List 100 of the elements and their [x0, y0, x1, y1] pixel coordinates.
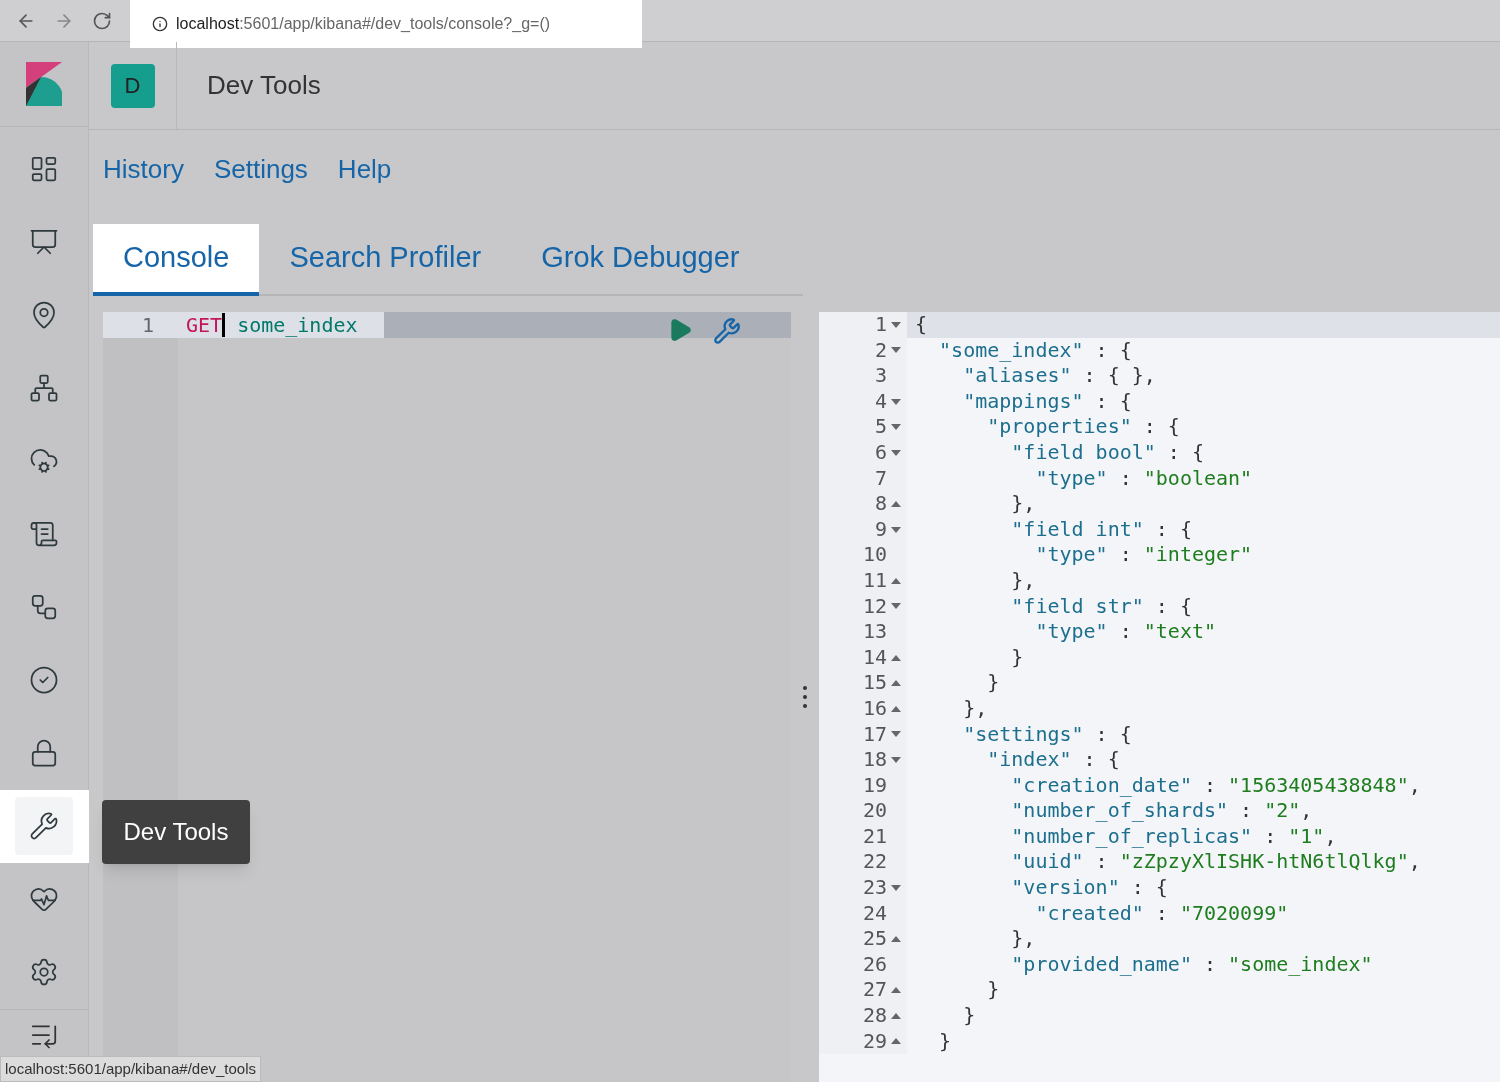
settings-icon — [29, 957, 59, 988]
line-number: 1 — [141, 312, 154, 339]
code-line: "some_index" : { — [938, 337, 1132, 364]
code-line: } — [962, 1003, 976, 1029]
line-number: 7 — [874, 465, 887, 492]
fold-arrow-icon[interactable] — [891, 987, 901, 994]
fold-arrow-icon[interactable] — [891, 1038, 901, 1045]
tab[interactable]: Grok Debugger — [511, 224, 770, 296]
line-number: 19 — [862, 772, 887, 799]
code-line: }, — [1010, 491, 1036, 517]
wrench-icon[interactable] — [713, 317, 741, 345]
code-line: { — [914, 312, 928, 338]
code-line: "field str" : { — [1010, 593, 1192, 620]
line-number: 4 — [874, 388, 887, 415]
line-number: 15 — [862, 670, 887, 696]
line-number: 5 — [874, 414, 887, 440]
code-line: "aliases" : { }, — [962, 363, 1156, 389]
info-icon — [152, 16, 168, 32]
request-path: some_index — [237, 312, 358, 339]
fold-arrow-icon[interactable] — [891, 603, 901, 610]
line-number: 3 — [874, 363, 887, 389]
line-number: 10 — [862, 542, 887, 568]
code-line: "mappings" : { — [962, 388, 1132, 415]
code-line: } — [1010, 644, 1024, 671]
code-line: "uuid" : "zZpzyXlISHK-htN6tlQlkg", — [1010, 849, 1421, 876]
code-line: "number_of_shards" : "2", — [1010, 798, 1313, 824]
tooltip: Dev Tools — [101, 799, 251, 864]
code-line: "type" : "text" — [1034, 619, 1217, 645]
nav-item[interactable] — [15, 797, 73, 856]
line-number: 17 — [862, 721, 887, 748]
line-number: 25 — [862, 926, 887, 952]
code-line: "field bool" : { — [1010, 439, 1204, 466]
line-number: 22 — [862, 849, 887, 876]
line-number: 23 — [862, 875, 887, 901]
line-number: 28 — [862, 1003, 887, 1029]
url-path: :5601/app/kibana#/dev_tools/console?_g=() — [239, 14, 551, 34]
address-bar[interactable]: localhost:5601/app/kibana#/dev_tools/console?_g=() — [130, 0, 642, 48]
tab[interactable]: Search Profiler — [259, 224, 512, 296]
code-line: "field int" : { — [1010, 516, 1192, 543]
network-icon — [29, 373, 59, 404]
line-number: 26 — [862, 951, 887, 978]
lock-icon — [29, 738, 59, 769]
line-number: 20 — [862, 798, 887, 824]
code-line: } — [938, 1028, 952, 1055]
space-avatar[interactable]: D — [110, 63, 155, 108]
line-number: 16 — [862, 695, 887, 722]
url-host: localhost — [176, 14, 240, 34]
code-line: "provided_name" : "some_index" — [1010, 951, 1373, 978]
fold-arrow-icon[interactable] — [891, 884, 901, 891]
code-line: "type" : "integer" — [1034, 542, 1253, 568]
wrench-icon — [29, 811, 59, 842]
line-number: 8 — [874, 491, 887, 517]
code-line: "type" : "boolean" — [1034, 465, 1253, 492]
code-line: "properties" : { — [986, 414, 1180, 440]
fold-arrow-icon[interactable] — [891, 321, 901, 328]
code-line: "creation_date" : "1563405438848", — [1010, 772, 1421, 799]
tab[interactable]: Console — [93, 224, 260, 296]
status-bar: localhost:5601/app/kibana#/dev_tools — [0, 1055, 262, 1082]
fold-arrow-icon[interactable] — [891, 1012, 901, 1019]
code-line: }, — [962, 695, 988, 722]
fold-arrow-icon[interactable] — [891, 449, 901, 456]
fold-arrow-icon[interactable] — [891, 705, 901, 712]
code-line: }, — [1010, 926, 1036, 952]
code-line: "number_of_replicas" : "1", — [1010, 823, 1337, 850]
nav-link[interactable]: Settings — [213, 150, 308, 204]
code-line: } — [986, 977, 1000, 1004]
fold-arrow-icon[interactable] — [891, 347, 901, 354]
logo-icon[interactable] — [26, 61, 62, 106]
code-line: "version" : { — [1010, 875, 1168, 901]
fold-arrow-icon[interactable] — [891, 756, 901, 763]
fold-arrow-icon[interactable] — [891, 680, 901, 687]
line-number: 29 — [862, 1028, 887, 1055]
fold-arrow-icon[interactable] — [891, 398, 901, 405]
line-number: 27 — [862, 977, 887, 1004]
page-title: Dev Tools — [207, 69, 321, 102]
fold-arrow-icon[interactable] — [891, 936, 901, 943]
fold-arrow-icon[interactable] — [891, 731, 901, 738]
fold-arrow-icon[interactable] — [891, 577, 901, 584]
check-circle-icon — [29, 665, 59, 696]
line-number: 14 — [862, 644, 887, 671]
line-number: 21 — [862, 823, 887, 850]
reload-icon[interactable] — [92, 10, 112, 31]
line-number: 18 — [862, 747, 887, 773]
code-line: "created" : "7020099" — [1034, 900, 1289, 927]
line-number: 1 — [874, 312, 887, 338]
line-number: 12 — [862, 593, 887, 620]
code-line: }, — [1010, 567, 1036, 594]
code-line: } — [986, 670, 1000, 696]
line-number: 13 — [862, 619, 887, 645]
resize-handle-icon[interactable] — [803, 685, 807, 709]
code-line: "settings" : { — [962, 721, 1132, 748]
code-line: "index" : { — [986, 747, 1120, 773]
fold-arrow-icon[interactable] — [891, 654, 901, 661]
fold-arrow-icon[interactable] — [891, 500, 901, 507]
nav-link[interactable]: Help — [337, 150, 392, 204]
nav-link[interactable]: History — [103, 150, 184, 204]
line-number: 9 — [874, 516, 887, 543]
fold-arrow-icon[interactable] — [891, 424, 901, 431]
fold-arrow-icon[interactable] — [891, 526, 901, 533]
text-cursor — [222, 313, 226, 337]
